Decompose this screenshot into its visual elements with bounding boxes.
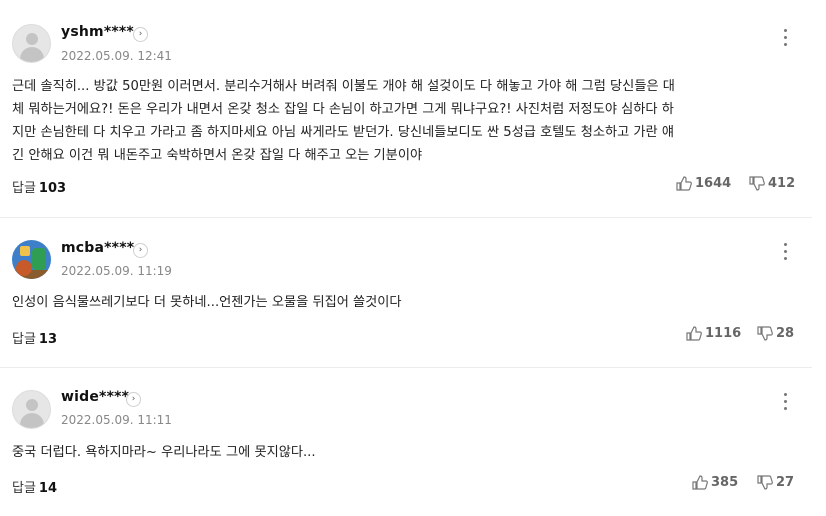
nickname[interactable]: wide**** bbox=[61, 389, 129, 405]
thumbs-up-icon bbox=[692, 475, 708, 490]
like-count: 385 bbox=[711, 475, 739, 490]
avatar[interactable] bbox=[12, 24, 51, 63]
dislike-count: 28 bbox=[776, 326, 795, 341]
reply-label: 답글 bbox=[12, 332, 36, 347]
like-count: 1116 bbox=[705, 326, 742, 341]
reply-button[interactable]: 답글 13 bbox=[12, 328, 57, 347]
like-button[interactable]: 385 bbox=[692, 475, 738, 490]
comment-item: yshm**** › 2022.05.09. 12:41 근데 솔직히... 방… bbox=[0, 0, 812, 218]
chevron-right-icon[interactable]: › bbox=[133, 27, 148, 42]
more-vertical-icon[interactable] bbox=[779, 392, 791, 412]
thumbs-down-icon bbox=[749, 176, 765, 191]
reply-button[interactable]: 답글 14 bbox=[12, 477, 57, 496]
more-vertical-icon[interactable] bbox=[779, 242, 791, 262]
reply-label: 답글 bbox=[12, 481, 36, 496]
comment-date: 2022.05.09. 12:41 bbox=[61, 49, 172, 63]
avatar[interactable] bbox=[12, 390, 51, 429]
chevron-right-icon[interactable]: › bbox=[133, 243, 148, 258]
thumbs-up-icon bbox=[686, 326, 702, 341]
comment-text: 인성이 음식물쓰레기보다 더 못하네...언젠가는 오물을 뒤집어 쓸것이다 bbox=[12, 295, 402, 310]
chevron-right-icon[interactable]: › bbox=[126, 392, 141, 407]
avatar[interactable] bbox=[12, 240, 51, 279]
reply-button[interactable]: 답글 103 bbox=[12, 177, 66, 196]
comment-item: mcba**** › 2022.05.09. 11:19 인성이 음식물쓰레기보… bbox=[0, 218, 812, 368]
thumbs-down-icon bbox=[757, 326, 773, 341]
dislike-count: 27 bbox=[776, 475, 795, 490]
comment-item: wide**** › 2022.05.09. 11:11 중국 더럽다. 욕하지… bbox=[0, 368, 812, 516]
reply-count: 14 bbox=[38, 481, 58, 496]
like-button[interactable]: 1644 bbox=[676, 176, 731, 191]
comment-date: 2022.05.09. 11:11 bbox=[61, 413, 172, 427]
comment-date: 2022.05.09. 11:19 bbox=[61, 264, 172, 278]
comment-text: 중국 더럽다. 욕하지마라~ 우리나라도 그에 못지않다... bbox=[12, 445, 316, 460]
reply-label: 답글 bbox=[12, 181, 36, 196]
nickname[interactable]: yshm**** bbox=[61, 24, 134, 40]
comment-text: 근데 솔직히... 방값 50만원 이러면서. 분리수거해사 버려줘 이불도 개… bbox=[12, 79, 675, 163]
thumbs-up-icon bbox=[676, 176, 692, 191]
like-button[interactable]: 1116 bbox=[686, 326, 741, 341]
dislike-button[interactable]: 28 bbox=[757, 326, 794, 341]
dislike-button[interactable]: 412 bbox=[749, 176, 795, 191]
reply-count: 103 bbox=[38, 181, 67, 196]
thumbs-down-icon bbox=[757, 475, 773, 490]
reply-count: 13 bbox=[38, 332, 58, 347]
dislike-button[interactable]: 27 bbox=[757, 475, 794, 490]
like-count: 1644 bbox=[695, 176, 732, 191]
more-vertical-icon[interactable] bbox=[779, 28, 791, 48]
nickname[interactable]: mcba**** bbox=[61, 240, 134, 256]
dislike-count: 412 bbox=[768, 176, 796, 191]
